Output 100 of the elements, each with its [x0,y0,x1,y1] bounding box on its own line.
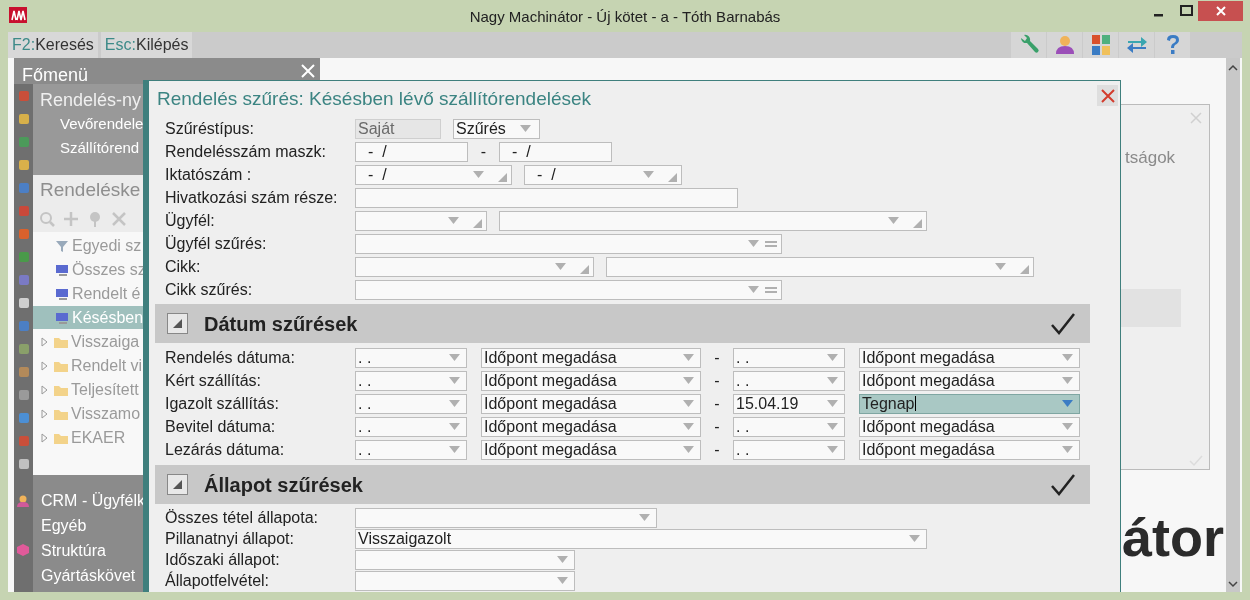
dropdown-arrow-icon[interactable] [449,423,460,430]
collapse-toggle[interactable] [167,313,188,334]
dropdown[interactable]: Időpont megadása [481,393,701,414]
dropdown[interactable]: . . [355,347,467,368]
dropdown[interactable]: 15.04.19 [733,393,845,414]
dropdown[interactable]: Időpont megadása [859,416,1080,437]
dropdown-arrow-icon[interactable] [748,286,759,293]
menu-icon[interactable] [18,412,30,424]
menu-icon[interactable] [18,297,30,309]
dropdown[interactable]: . . [355,439,467,460]
combo-box[interactable]: - / [524,164,682,185]
filter-field[interactable] [355,233,782,254]
dropdown-arrow-icon[interactable] [639,514,650,521]
dropdown[interactable]: . . [355,416,467,437]
dropdown-arrow-icon[interactable] [520,125,531,132]
resize-corner-icon[interactable] [668,173,677,182]
resize-corner-icon[interactable] [473,219,482,228]
section-header[interactable]: Állapot szűrések [155,465,1090,504]
combo-box[interactable]: - / [355,164,512,185]
input-field[interactable]: - / [499,141,612,162]
dropdown-arrow-icon[interactable] [449,446,460,453]
search-icon[interactable] [39,211,55,227]
resize-corner-icon[interactable] [580,265,589,274]
dropdown-arrow-icon[interactable] [827,423,838,430]
dropdown[interactable]: Visszaigazolt [355,528,927,549]
dropdown-arrow-icon[interactable] [827,400,838,407]
combo-box[interactable] [499,210,927,231]
collapse-icon[interactable] [173,480,182,489]
input-field[interactable] [355,187,738,208]
menu-icon[interactable] [18,366,30,378]
dropdown-arrow-icon[interactable] [683,423,694,430]
maximize-icon[interactable] [1180,5,1194,17]
dropdown[interactable]: Szűrés [453,118,540,139]
resize-corner-icon[interactable] [1020,265,1029,274]
menu-icon[interactable] [18,159,30,171]
close-button[interactable] [1198,1,1243,21]
combo-box[interactable] [606,256,1034,277]
dropdown[interactable]: . . [733,347,845,368]
dropdown-arrow-icon[interactable] [827,354,838,361]
dropdown-arrow-icon[interactable] [643,171,654,178]
shortcut-button[interactable]: Esc:Kilépés [100,32,193,58]
equals-icon[interactable] [765,285,777,294]
dropdown-arrow-icon[interactable] [473,171,484,178]
dropdown[interactable]: Időpont megadása [481,370,701,391]
filter-field[interactable] [355,279,782,300]
dropdown[interactable]: Időpont megadása [859,370,1080,391]
collapse-toggle[interactable] [167,474,188,495]
equals-icon[interactable] [765,239,777,248]
expand-icon[interactable] [40,384,50,395]
dropdown-arrow-icon[interactable] [683,377,694,384]
combo-box[interactable] [355,256,594,277]
dropdown-arrow-icon[interactable] [555,263,566,270]
dropdown-arrow-icon[interactable] [888,217,899,224]
dropdown[interactable]: . . [355,393,467,414]
tree-icon[interactable] [87,211,103,227]
shortcut-button[interactable]: F2:Keresés [8,32,98,58]
dropdown[interactable] [355,507,657,528]
dropdown-arrow-icon[interactable] [683,446,694,453]
dropdown-arrow-icon[interactable] [748,240,759,247]
dropdown-arrow-icon[interactable] [827,446,838,453]
combo-box[interactable] [355,210,487,231]
resize-corner-icon[interactable] [913,219,922,228]
expand-icon[interactable] [40,432,50,443]
dropdown[interactable]: . . [355,370,467,391]
resize-corner-icon[interactable] [498,173,507,182]
collapse-icon[interactable] [173,319,182,328]
dropdown-arrow-icon[interactable] [557,556,568,563]
dropdown[interactable] [355,549,575,570]
expand-icon[interactable] [40,408,50,419]
dropdown-arrow-icon[interactable] [909,535,920,542]
menu-icon[interactable] [18,113,30,125]
dropdown[interactable] [355,570,575,591]
dropdown-arrow-icon[interactable] [683,354,694,361]
dropdown[interactable]: . . [733,370,845,391]
menu-icon[interactable] [18,343,30,355]
dropdown-arrow-icon[interactable] [1062,400,1073,407]
scrollbar[interactable] [1226,58,1240,592]
dropdown[interactable]: . . [733,439,845,460]
menu-icon[interactable] [18,251,30,263]
dropdown-arrow-icon[interactable] [449,354,460,361]
dropdown-arrow-icon[interactable] [449,400,460,407]
dropdown-arrow-icon[interactable] [1062,446,1073,453]
menu-icon[interactable] [18,458,30,470]
check-icon[interactable] [1050,311,1076,336]
scroll-down-icon[interactable] [1228,580,1238,588]
dropdown-arrow-icon[interactable] [1062,423,1073,430]
dropdown-arrow-icon[interactable] [1062,377,1073,384]
dropdown-arrow-icon[interactable] [448,217,459,224]
delete-icon[interactable] [111,211,127,227]
dropdown-arrow-icon[interactable] [557,577,568,584]
dropdown[interactable]: Időpont megadása [481,416,701,437]
menu-icon[interactable] [18,389,30,401]
dropdown[interactable]: Időpont megadása [481,439,701,460]
dropdown-arrow-icon[interactable] [449,377,460,384]
dropdown-arrow-icon[interactable] [1062,354,1073,361]
dropdown[interactable]: Időpont megadása [481,347,701,368]
expand-icon[interactable] [40,336,50,347]
dropdown[interactable]: Időpont megadása [859,347,1080,368]
dropdown[interactable]: Tegnap [859,393,1080,414]
section-header[interactable]: Dátum szűrések [155,304,1090,343]
